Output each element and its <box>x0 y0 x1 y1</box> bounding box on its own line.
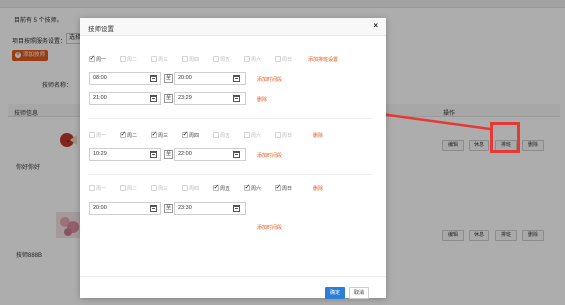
calendar-icon[interactable] <box>233 75 240 82</box>
day-mon[interactable]: 周一 <box>89 132 106 139</box>
add-time-range-link[interactable]: 添加时间段 <box>257 76 282 83</box>
day-fri[interactable]: 周五 <box>213 132 230 139</box>
day-tue[interactable]: 周二 <box>120 130 137 139</box>
checkbox-icon <box>213 183 219 191</box>
calendar-icon[interactable] <box>233 205 240 212</box>
day-wed[interactable]: 周三 <box>151 130 168 139</box>
group-divider <box>88 118 373 119</box>
checkbox-icon <box>120 56 126 62</box>
checkbox-icon <box>275 183 281 191</box>
close-icon[interactable]: × <box>373 21 378 30</box>
day-thu[interactable]: 周四 <box>182 130 199 139</box>
group-divider <box>88 174 373 175</box>
calendar-icon[interactable] <box>150 75 157 82</box>
day-thu[interactable]: 周四 <box>182 56 199 63</box>
checkbox-icon <box>89 54 95 62</box>
checkbox-icon <box>182 56 188 62</box>
day-sat[interactable]: 周六 <box>244 56 261 63</box>
day-sun[interactable]: 周日 <box>275 56 292 63</box>
day-sun[interactable]: 周日 <box>275 183 292 192</box>
calendar-icon[interactable] <box>150 151 157 158</box>
calendar-icon[interactable] <box>233 95 240 102</box>
checkbox-icon <box>151 185 157 191</box>
calendar-icon[interactable] <box>233 151 240 158</box>
calendar-icon[interactable] <box>150 205 157 212</box>
delete-group-link[interactable]: 删除 <box>313 132 323 139</box>
cancel-button[interactable]: 取消 <box>349 287 369 299</box>
checkbox-icon <box>151 130 157 138</box>
footer-divider <box>80 276 386 277</box>
day-sat[interactable]: 周六 <box>244 183 261 192</box>
checkbox-icon <box>275 56 281 62</box>
calendar-icon[interactable] <box>150 95 157 102</box>
range-separator: 至 <box>164 150 173 159</box>
schedule-modal: 技师设置 × 周一 周二 周三 周四 周五 周六 周日 添加排班设置 08:00… <box>80 18 386 299</box>
day-wed[interactable]: 周三 <box>151 56 168 63</box>
checkbox-icon <box>213 132 219 138</box>
day-wed[interactable]: 周三 <box>151 185 168 192</box>
checkbox-icon <box>89 132 95 138</box>
checkbox-icon <box>213 56 219 62</box>
confirm-button[interactable]: 确定 <box>325 287 345 299</box>
day-mon[interactable]: 周一 <box>89 185 106 192</box>
day-mon[interactable]: 周一 <box>89 54 106 63</box>
modal-header: 技师设置 × <box>80 18 386 36</box>
day-tue[interactable]: 周二 <box>120 56 137 63</box>
checkbox-icon <box>89 185 95 191</box>
range-separator: 至 <box>164 74 173 83</box>
day-tue[interactable]: 周二 <box>120 185 137 192</box>
add-time-range-link[interactable]: 添加时间段 <box>257 224 282 231</box>
checkbox-icon <box>244 132 250 138</box>
add-time-range-link[interactable]: 添加时间段 <box>257 152 282 159</box>
modal-title: 技师设置 <box>88 26 114 33</box>
checkbox-icon <box>120 185 126 191</box>
day-fri[interactable]: 周五 <box>213 56 230 63</box>
day-sat[interactable]: 周六 <box>244 132 261 139</box>
day-fri[interactable]: 周五 <box>213 183 230 192</box>
checkbox-icon <box>151 56 157 62</box>
checkbox-icon <box>182 130 188 138</box>
add-schedule-link[interactable]: 添加排班设置 <box>308 56 338 63</box>
delete-time-range-link[interactable]: 删除 <box>257 96 267 103</box>
range-separator: 至 <box>164 204 173 213</box>
checkbox-icon <box>244 56 250 62</box>
delete-group-link[interactable]: 删除 <box>313 185 323 192</box>
range-separator: 至 <box>164 94 173 103</box>
checkbox-icon <box>182 185 188 191</box>
day-sun[interactable]: 周日 <box>275 132 292 139</box>
checkbox-icon <box>275 132 281 138</box>
checkbox-icon <box>244 183 250 191</box>
day-thu[interactable]: 周四 <box>182 185 199 192</box>
checkbox-icon <box>120 130 126 138</box>
